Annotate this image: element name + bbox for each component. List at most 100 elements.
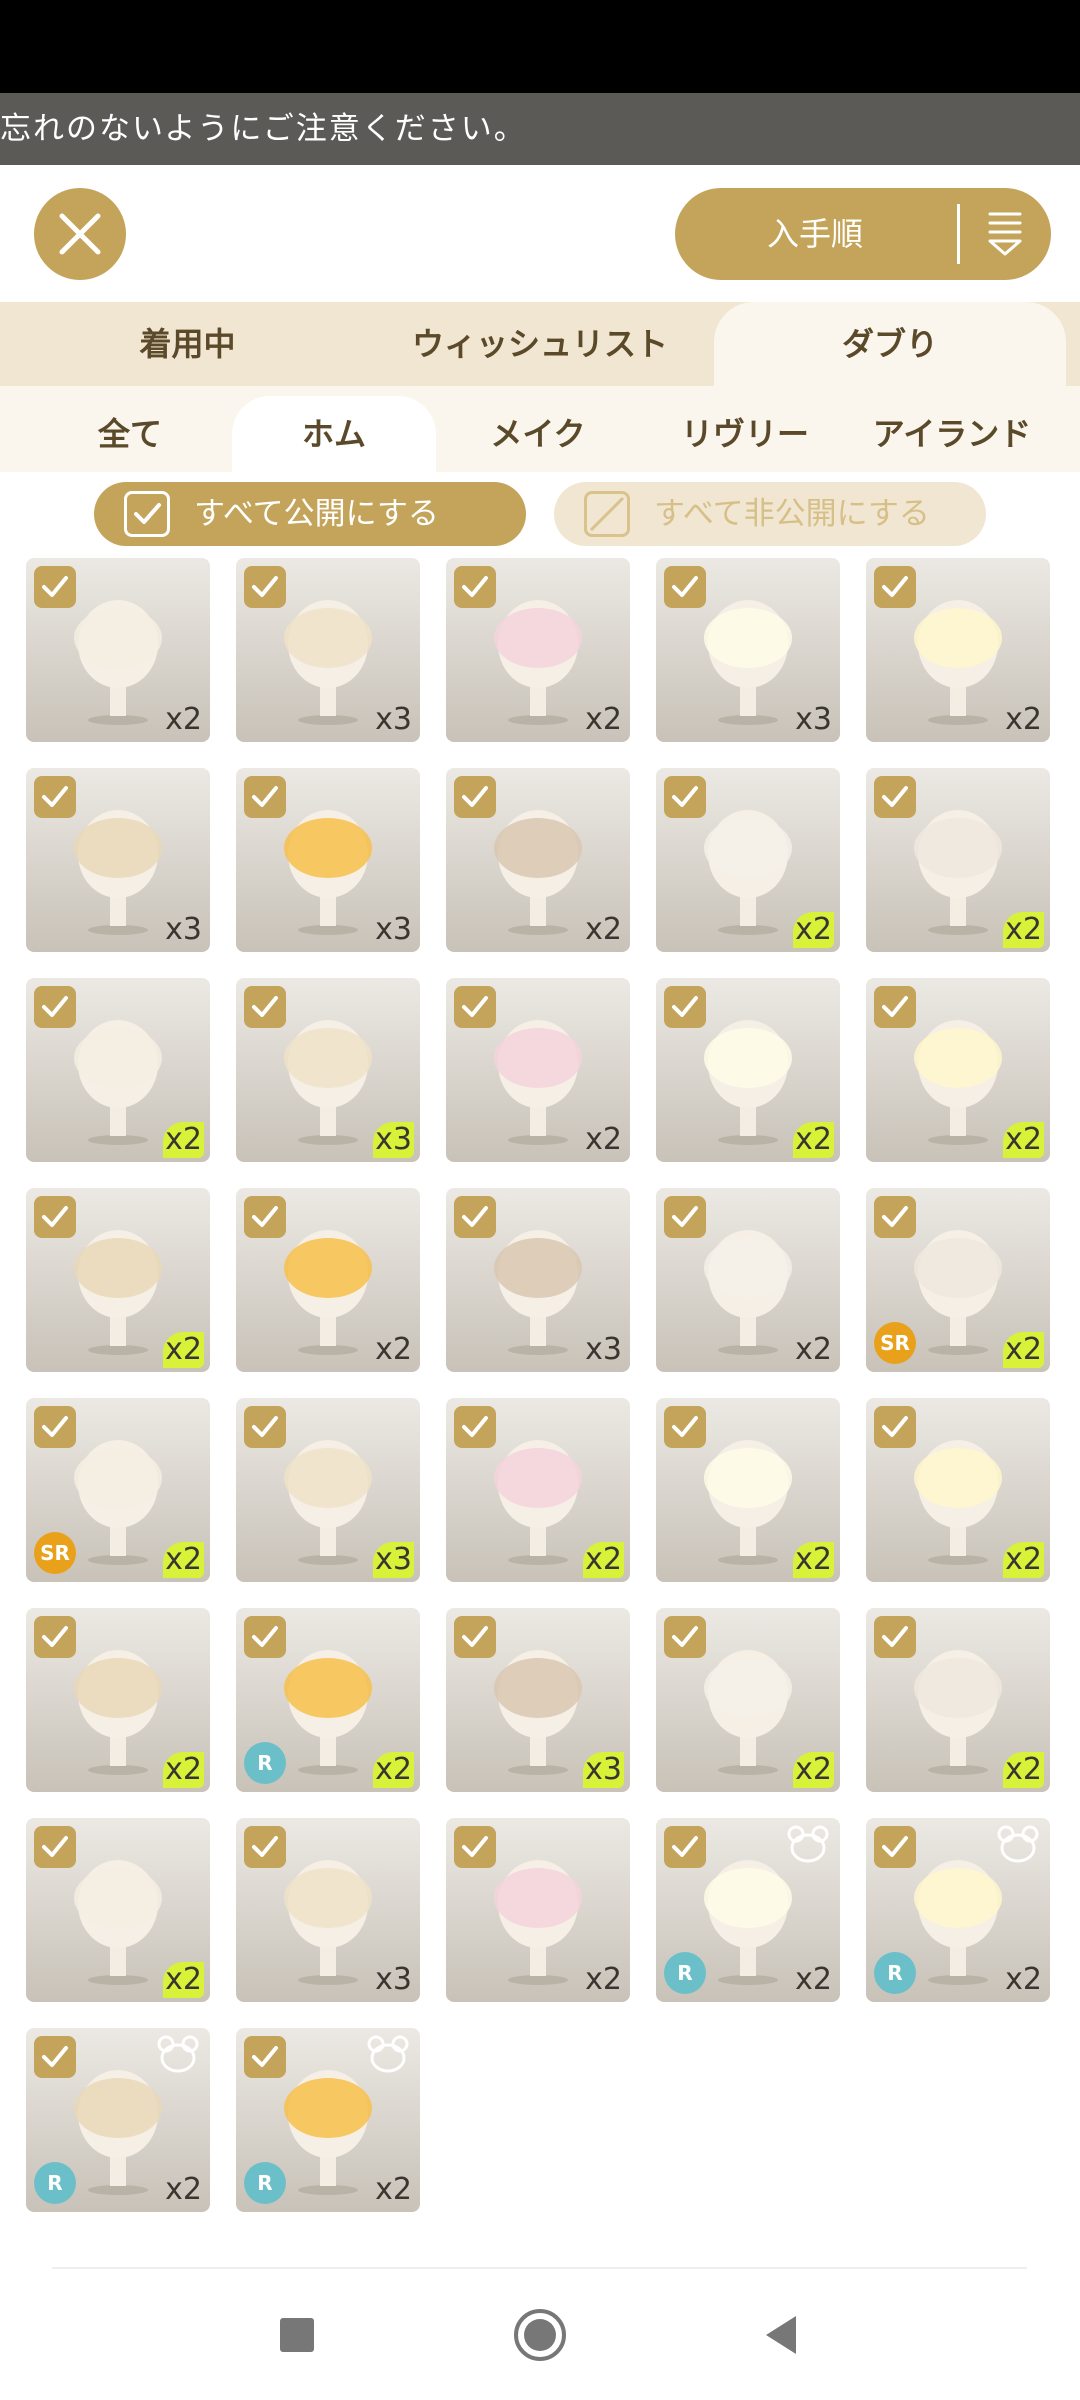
- item-count: x3: [583, 1752, 624, 1788]
- close-button[interactable]: [34, 188, 126, 280]
- muscle-tank-icon: [894, 1000, 1022, 1150]
- item-tile[interactable]: x2: [656, 1188, 840, 1372]
- rarity-badge: R: [244, 2162, 286, 2204]
- item-tile[interactable]: Rx2: [236, 2028, 420, 2212]
- item-count: x3: [585, 1332, 622, 1367]
- tab-wearing[interactable]: 着用中: [0, 302, 375, 386]
- item-count: x2: [163, 1542, 204, 1578]
- sparkle-effect-icon: [474, 1630, 602, 1780]
- item-tile[interactable]: x2: [656, 1608, 840, 1792]
- item-count: x3: [373, 1542, 414, 1578]
- item-tile[interactable]: x2: [446, 1818, 630, 2002]
- item-tile[interactable]: x2: [446, 1398, 630, 1582]
- item-count: x3: [795, 702, 832, 737]
- item-tile[interactable]: x3: [236, 978, 420, 1162]
- plant-pot-costume-icon: [684, 1000, 812, 1150]
- printed-tshirt-icon: [474, 1420, 602, 1570]
- item-count: x2: [163, 1962, 204, 1998]
- sort-order-icon[interactable]: [980, 208, 1030, 260]
- recent-apps-button[interactable]: [262, 2300, 332, 2370]
- item-count: x2: [1005, 1962, 1042, 1997]
- rarity-badge: SR: [34, 1532, 76, 1574]
- close-icon: [59, 213, 101, 255]
- item-tile[interactable]: x3: [446, 1188, 630, 1372]
- item-count: x2: [795, 1962, 832, 1997]
- item-tile[interactable]: x2: [236, 1188, 420, 1372]
- item-count: x2: [585, 1962, 622, 1997]
- rarity-badge: R: [244, 1742, 286, 1784]
- item-count: x2: [163, 1122, 204, 1158]
- subtab-livly[interactable]: リヴリー: [640, 396, 850, 472]
- item-tile[interactable]: x2: [26, 558, 210, 742]
- item-tile[interactable]: x3: [656, 558, 840, 742]
- item-tile[interactable]: x3: [236, 558, 420, 742]
- subtab-all[interactable]: 全て: [28, 396, 232, 472]
- item-tile[interactable]: x2: [866, 558, 1050, 742]
- subtab-homu[interactable]: ホム: [232, 396, 436, 472]
- item-tile[interactable]: Rx2: [26, 2028, 210, 2212]
- publish-all-label: すべて公開にする: [194, 496, 439, 532]
- item-tile[interactable]: SR x2: [26, 1398, 210, 1582]
- item-count: x3: [375, 1962, 412, 1997]
- tab-wishlist[interactable]: ウィッシュリスト: [375, 302, 705, 386]
- unpublish-all-label: すべて非公開にする: [654, 496, 930, 532]
- tab-duplicates[interactable]: ダブり: [714, 302, 1066, 386]
- item-tile[interactable]: SR x2: [866, 1188, 1050, 1372]
- item-tile[interactable]: x2: [866, 978, 1050, 1162]
- item-count: x3: [375, 912, 412, 947]
- unpublish-all-button[interactable]: すべて非公開にする: [554, 482, 986, 546]
- item-count: x2: [585, 702, 622, 737]
- item-count: x2: [165, 2172, 202, 2207]
- item-tile[interactable]: Rx2: [656, 1818, 840, 2002]
- item-tile[interactable]: x2: [446, 978, 630, 1162]
- item-tile[interactable]: x3: [26, 768, 210, 952]
- item-count: x2: [1003, 1752, 1044, 1788]
- subtab-make[interactable]: メイク: [436, 396, 640, 472]
- item-tile[interactable]: x2: [26, 1608, 210, 1792]
- item-count: x2: [165, 702, 202, 737]
- ground-effect-icon: [684, 1420, 812, 1570]
- sort-label: 入手順: [766, 215, 863, 253]
- item-tile[interactable]: x2: [656, 978, 840, 1162]
- item-tile[interactable]: Rx2: [236, 1608, 420, 1792]
- item-tile[interactable]: Rx2: [866, 1818, 1050, 2002]
- tab-bar: 着用中 ウィッシュリスト ダブり: [0, 302, 1080, 386]
- item-tile[interactable]: x3: [446, 1608, 630, 1792]
- item-count: x3: [375, 702, 412, 737]
- bear-icon: [366, 2034, 410, 2074]
- item-tile[interactable]: x2: [446, 558, 630, 742]
- storm-cloud-icon: [684, 1630, 812, 1780]
- item-tile[interactable]: x2: [656, 768, 840, 952]
- item-tile[interactable]: x3: [236, 768, 420, 952]
- item-tile[interactable]: x2: [866, 768, 1050, 952]
- item-tile[interactable]: x2: [26, 978, 210, 1162]
- item-count: x3: [373, 1122, 414, 1158]
- item-tile[interactable]: x2: [446, 768, 630, 952]
- back-button[interactable]: [746, 2300, 816, 2370]
- bear-icon: [786, 1824, 830, 1864]
- item-tile[interactable]: x2: [866, 1398, 1050, 1582]
- unchecked-box-icon: [584, 491, 630, 537]
- item-tile[interactable]: x3: [236, 1818, 420, 2002]
- item-count: x2: [583, 1542, 624, 1578]
- rarity-badge: R: [664, 1952, 706, 1994]
- blonde-hair-icon: [54, 1210, 182, 1360]
- item-tile[interactable]: x2: [656, 1398, 840, 1582]
- item-tile[interactable]: x2: [26, 1818, 210, 2002]
- sort-button[interactable]: 入手順: [675, 188, 1051, 280]
- home-button[interactable]: [505, 2300, 575, 2370]
- pink-slime-hair-icon: [894, 1630, 1022, 1780]
- green-goggles-icon: [54, 1000, 182, 1150]
- item-count: x2: [793, 1122, 834, 1158]
- subtab-island[interactable]: アイランド: [850, 396, 1054, 472]
- item-tile[interactable]: x2: [26, 1188, 210, 1372]
- bear-icon: [156, 2034, 200, 2074]
- item-tile[interactable]: x2: [866, 1608, 1050, 1792]
- item-tile[interactable]: x3: [236, 1398, 420, 1582]
- publish-all-button[interactable]: すべて公開にする: [94, 482, 526, 546]
- rarity-badge: R: [34, 2162, 76, 2204]
- item-count: x2: [1003, 1122, 1044, 1158]
- item-count: x2: [585, 912, 622, 947]
- nav-divider: [52, 2267, 1027, 2269]
- item-count: x2: [585, 1122, 622, 1157]
